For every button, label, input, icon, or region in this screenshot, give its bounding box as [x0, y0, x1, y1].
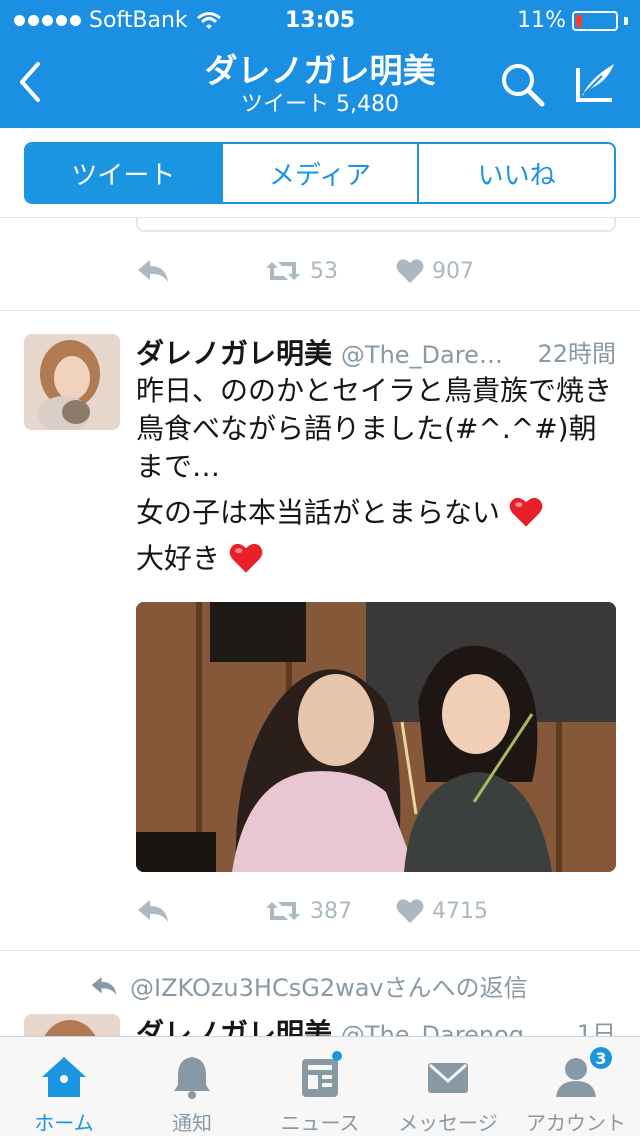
tweet-time: 1日	[576, 1020, 616, 1036]
retweet-icon	[266, 262, 300, 280]
reply-icon	[91, 976, 117, 995]
tweet-line: 大好き	[136, 542, 221, 575]
previous-tweet-actions: 53 907	[136, 258, 474, 284]
tab-label: 通知	[172, 1111, 212, 1135]
like-button[interactable]: 4715	[396, 898, 488, 924]
screen: SoftBank 13:05 11% ダレノガレ明美 ツイート 5,480 ツイ…	[0, 0, 640, 1136]
tab-news[interactable]: ニュース	[256, 1037, 384, 1136]
tweet-author[interactable]: ダレノガレ明美 @The_Dare…	[136, 332, 503, 372]
like-count: 907	[432, 258, 474, 284]
compose-icon[interactable]	[572, 58, 620, 106]
like-count: 4715	[432, 898, 488, 924]
tab-label: アカウント	[526, 1111, 626, 1135]
tab-tweets[interactable]: ツイート	[26, 144, 221, 202]
reply-button[interactable]	[136, 258, 264, 284]
retweet-count: 53	[310, 258, 338, 284]
tweet-line-with-heart: 大好き	[136, 540, 616, 578]
tab-label: メッセージ	[398, 1111, 498, 1135]
search-icon[interactable]	[498, 60, 548, 108]
avatar[interactable]	[24, 1014, 120, 1036]
tab-media[interactable]: メディア	[220, 144, 418, 202]
profile-tabs: ツイート メディア いいね	[24, 142, 616, 204]
tweet-line: 昨日、ののかとセイラと鳥貴族で焼き鳥食べながら語りました(#^.^#)朝まで…	[136, 374, 613, 483]
tab-home[interactable]: ホーム	[0, 1037, 128, 1136]
author-name: ダレノガレ明美	[136, 1017, 333, 1036]
tweet-line-with-heart: 女の子は本当話がとまらない	[136, 494, 616, 532]
photo-image	[136, 602, 616, 872]
battery-percent: 11%	[517, 8, 566, 33]
tab-notifications[interactable]: 通知	[128, 1037, 256, 1136]
reply-context[interactable]: @IZKOzu3HCsG2wavさんへの返信	[90, 968, 528, 1003]
author-handle: @The_Darenog…	[340, 1021, 548, 1036]
tweet-line: 女の子は本当話がとまらない	[136, 496, 501, 529]
reply-button[interactable]	[136, 898, 264, 924]
previous-tweet-card[interactable]	[136, 218, 616, 232]
retweet-count: 387	[310, 898, 352, 924]
profile-header: SoftBank 13:05 11% ダレノガレ明美 ツイート 5,480	[0, 0, 640, 128]
tab-label: ニュース	[280, 1111, 360, 1135]
author-name: ダレノガレ明美	[136, 337, 333, 370]
tab-label: ホーム	[34, 1111, 94, 1135]
retweet-icon	[266, 902, 300, 920]
tweet-body: 昨日、ののかとセイラと鳥貴族で焼き鳥食べながら語りました(#^.^#)朝まで… …	[136, 372, 616, 578]
news-icon	[302, 1059, 338, 1097]
tab-messages[interactable]: メッセージ	[384, 1037, 512, 1136]
reply-icon	[138, 260, 168, 282]
timeline: 53 907 ダレノガレ明美 @The_Dare… 22時間 昨日、ののかとセイ…	[0, 218, 640, 1036]
divider	[0, 310, 640, 311]
avatar[interactable]	[24, 334, 120, 430]
home-icon	[42, 1057, 86, 1097]
author-handle: @The_Dare…	[340, 341, 503, 369]
battery-icon	[572, 10, 618, 31]
tweet-photo[interactable]	[136, 602, 616, 872]
tweet-actions: 387 4715	[136, 898, 488, 924]
tweet-author[interactable]: ダレノガレ明美 @The_Darenog…	[136, 1012, 548, 1036]
avatar-photo	[24, 334, 120, 430]
news-unread-dot	[332, 1051, 342, 1061]
bottom-tab-bar: ホーム 通知 ニュース メッセージ 3 アカウント	[0, 1036, 640, 1136]
heart-icon	[396, 899, 424, 923]
profile-tabs-bar: ツイート メディア いいね	[0, 128, 640, 218]
envelope-icon	[428, 1063, 468, 1093]
reply-to-text: @IZKOzu3HCsG2wavさんへの返信	[130, 974, 528, 1002]
bell-icon	[174, 1057, 210, 1099]
heart-emoji-icon	[229, 543, 263, 573]
battery-group: 11%	[517, 8, 628, 33]
heart-icon	[396, 259, 424, 283]
divider	[0, 950, 640, 951]
heart-emoji-icon	[509, 497, 543, 527]
tweet-time: 22時間	[537, 340, 616, 368]
avatar-photo	[24, 1014, 120, 1036]
like-button[interactable]: 907	[396, 258, 474, 284]
tab-likes[interactable]: いいね	[417, 144, 614, 202]
reply-icon	[138, 900, 168, 922]
tab-account[interactable]: 3 アカウント	[512, 1037, 640, 1136]
status-bar: SoftBank 13:05 11%	[0, 0, 640, 40]
account-badge: 3	[588, 1045, 614, 1071]
retweet-button[interactable]: 53	[264, 258, 396, 284]
retweet-button[interactable]: 387	[264, 898, 396, 924]
